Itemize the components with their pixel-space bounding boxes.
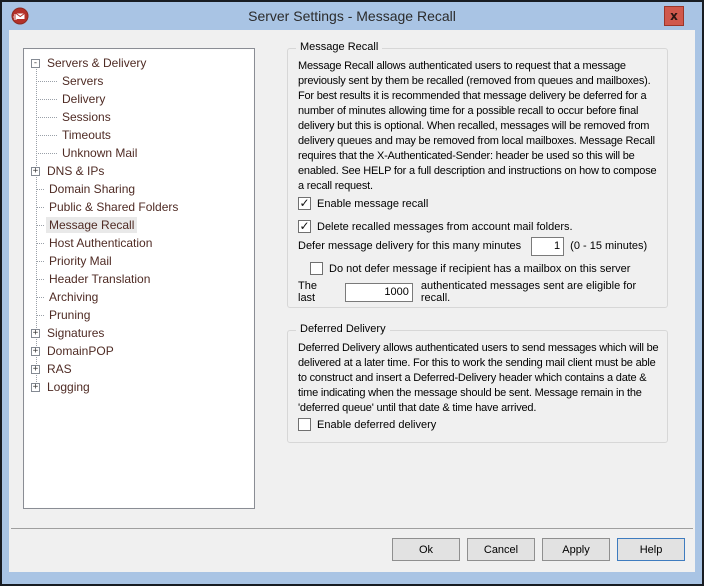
defer-minutes-label: Defer message delivery for this many min… — [298, 240, 522, 252]
expand-icon[interactable]: + — [31, 328, 40, 338]
ok-button[interactable]: Ok — [392, 538, 460, 561]
tree-item-servers-delivery[interactable]: - Servers & Delivery — [24, 54, 254, 72]
checkbox-label: Delete recalled messages from account ma… — [317, 220, 573, 233]
tree-item-label: Host Authentication — [49, 236, 153, 250]
checkbox-label: Enable message recall — [317, 197, 429, 210]
footer-separator — [11, 528, 693, 529]
tree-item-label: Unknown Mail — [62, 146, 138, 160]
checkbox-unchecked-icon[interactable] — [298, 418, 311, 431]
tree-branch-line — [36, 116, 57, 118]
checkbox-label: Enable deferred delivery — [317, 418, 437, 431]
message-recall-group: Message Recall Message Recall allows aut… — [287, 41, 668, 308]
button-row: Ok Cancel Apply Help — [392, 538, 685, 561]
app-icon — [11, 7, 29, 25]
tree-branch-line — [36, 188, 44, 190]
tree-branch-line — [36, 296, 44, 298]
tree-item-label: Priority Mail — [49, 254, 112, 268]
defer-minutes-range: (0 - 15 minutes) — [570, 240, 648, 252]
dialog-content: - Servers & Delivery Servers Delivery Se… — [9, 30, 695, 572]
expand-icon[interactable]: + — [31, 166, 40, 176]
checkbox-checked-icon[interactable]: ✓ — [298, 197, 311, 210]
checkbox-label: Do not defer message if recipient has a … — [329, 262, 631, 275]
tree-item-label: Signatures — [47, 326, 105, 340]
tree-item-label: DomainPOP — [47, 344, 114, 358]
tree-item-signatures[interactable]: + Signatures — [24, 324, 254, 342]
tree-item-label: DNS & IPs — [47, 164, 105, 178]
last-messages-suffix: authenticated messages sent are eligible… — [420, 280, 637, 304]
tree-item-label: Timeouts — [62, 128, 111, 142]
settings-tree: - Servers & Delivery Servers Delivery Se… — [23, 48, 255, 509]
tree-item-unknown-mail[interactable]: Unknown Mail — [24, 144, 254, 162]
tree-item-timeouts[interactable]: Timeouts — [24, 126, 254, 144]
tree-item-dns-ips[interactable]: + DNS & IPs — [24, 162, 254, 180]
cancel-button[interactable]: Cancel — [467, 538, 535, 561]
tree-item-label: Logging — [47, 380, 90, 394]
help-button[interactable]: Help — [617, 538, 685, 561]
defer-minutes-row: Defer message delivery for this many min… — [298, 236, 647, 256]
tree-branch-line — [36, 206, 44, 208]
tree-branch-line — [36, 98, 57, 100]
tree-item-message-recall[interactable]: Message Recall — [24, 216, 254, 234]
delete-recalled-checkbox[interactable]: ✓ Delete recalled messages from account … — [298, 219, 573, 234]
deferred-delivery-group: Deferred Delivery Deferred Delivery allo… — [287, 323, 668, 443]
tree-item-servers[interactable]: Servers — [24, 72, 254, 90]
tree-branch-line — [36, 134, 57, 136]
apply-button[interactable]: Apply — [542, 538, 610, 561]
tree-item-priority-mail[interactable]: Priority Mail — [24, 252, 254, 270]
tree-item-label: Header Translation — [49, 272, 151, 286]
close-icon: x — [670, 8, 678, 23]
tree-item-label: Servers — [62, 74, 104, 88]
checkbox-unchecked-icon[interactable] — [310, 262, 323, 275]
last-messages-label: The last — [298, 280, 317, 304]
tree-item-label: Public & Shared Folders — [49, 200, 179, 214]
tree-item-label: RAS — [47, 362, 72, 376]
dialog-window: Server Settings - Message Recall x - Ser… — [0, 0, 704, 586]
tree-item-pruning[interactable]: Pruning — [24, 306, 254, 324]
tree-item-label: Pruning — [49, 308, 91, 322]
expand-icon[interactable]: + — [31, 382, 40, 392]
collapse-icon[interactable]: - — [31, 58, 40, 68]
tree-item-host-authentication[interactable]: Host Authentication — [24, 234, 254, 252]
defer-minutes-input[interactable] — [531, 236, 565, 256]
tree-item-label: Archiving — [49, 290, 99, 304]
tree-branch-line — [36, 224, 44, 226]
tree-item-ras[interactable]: + RAS — [24, 360, 254, 378]
window-title: Server Settings - Message Recall — [248, 8, 456, 24]
message-recall-description: Message Recall allows authenticated user… — [298, 60, 657, 192]
recall-eligible-row: The last authenticated messages sent are… — [298, 280, 667, 304]
tree-item-label: Message Recall — [46, 217, 138, 233]
checkbox-checked-icon[interactable]: ✓ — [298, 220, 311, 233]
expand-icon[interactable]: + — [31, 346, 40, 356]
tree-item-sessions[interactable]: Sessions — [24, 108, 254, 126]
tree-branch-line — [36, 80, 57, 82]
tree-item-label: Domain Sharing — [49, 182, 136, 196]
close-button[interactable]: x — [664, 6, 684, 26]
tree-item-label: Servers & Delivery — [47, 56, 147, 70]
tree-item-delivery[interactable]: Delivery — [24, 90, 254, 108]
deferred-delivery-description: Deferred Delivery allows authenticated u… — [298, 342, 659, 414]
recall-count-input[interactable] — [344, 282, 413, 302]
no-defer-checkbox[interactable]: Do not defer message if recipient has a … — [310, 261, 630, 276]
tree-item-label: Delivery — [62, 92, 106, 106]
tree-branch-line — [36, 152, 57, 154]
tree-item-header-translation[interactable]: Header Translation — [24, 270, 254, 288]
tree-item-logging[interactable]: + Logging — [24, 378, 254, 396]
title-bar: Server Settings - Message Recall x — [2, 2, 702, 30]
group-title: Message Recall — [296, 41, 383, 53]
enable-deferred-delivery-checkbox[interactable]: Enable deferred delivery — [298, 417, 436, 432]
group-title: Deferred Delivery — [296, 323, 390, 335]
tree-branch-line — [36, 278, 44, 280]
tree-item-public-shared-folders[interactable]: Public & Shared Folders — [24, 198, 254, 216]
tree-branch-line — [36, 242, 44, 244]
tree-item-archiving[interactable]: Archiving — [24, 288, 254, 306]
tree-item-label: Sessions — [62, 110, 111, 124]
expand-icon[interactable]: + — [31, 364, 40, 374]
tree-item-domainpop[interactable]: + DomainPOP — [24, 342, 254, 360]
tree-branch-line — [36, 260, 44, 262]
enable-message-recall-checkbox[interactable]: ✓ Enable message recall — [298, 196, 428, 211]
tree-branch-line — [36, 314, 44, 316]
tree-item-domain-sharing[interactable]: Domain Sharing — [24, 180, 254, 198]
